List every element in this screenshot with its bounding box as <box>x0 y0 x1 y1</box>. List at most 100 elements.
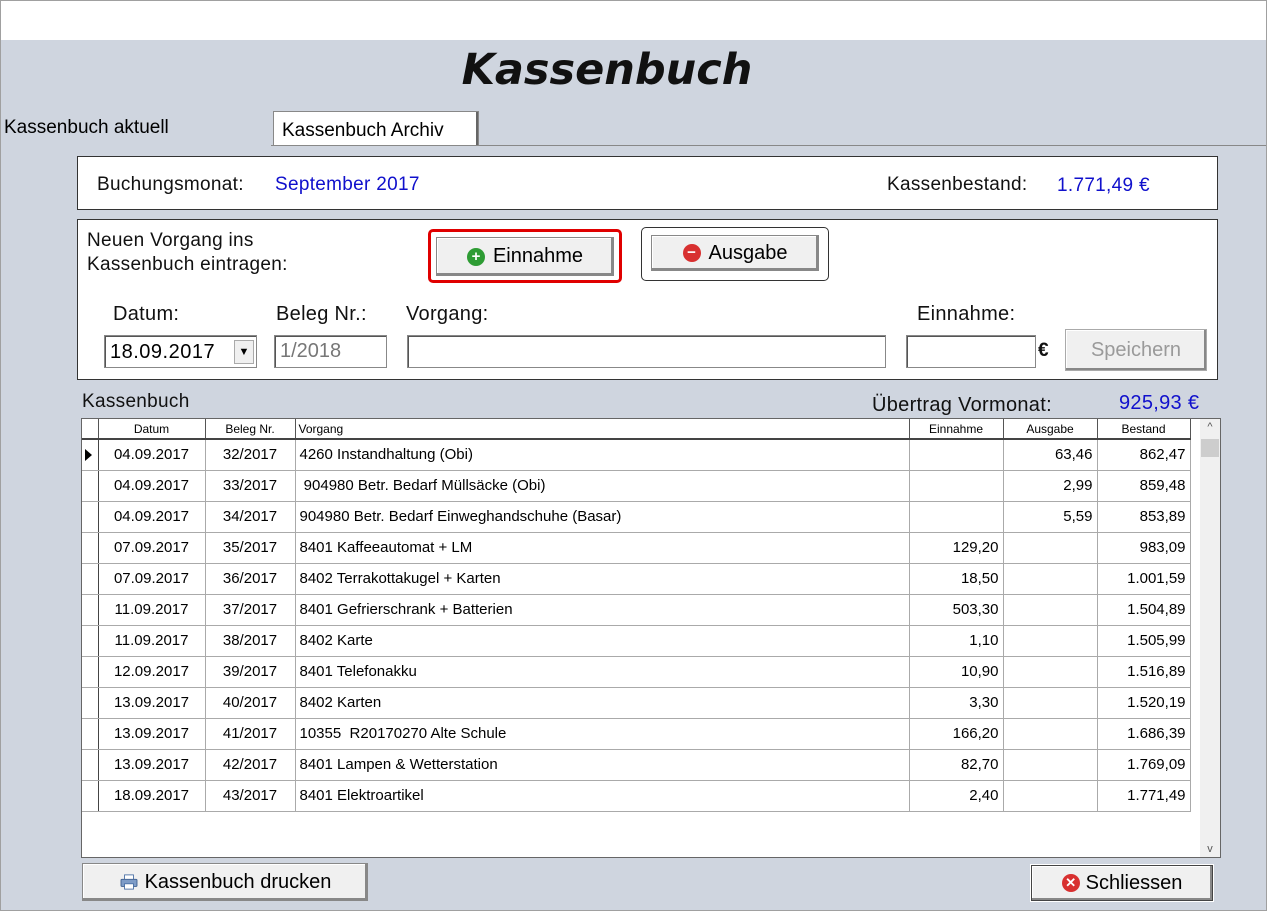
ausgabe-button[interactable]: − Ausgabe <box>651 235 819 271</box>
cell-bestand[interactable]: 983,09 <box>1097 532 1191 564</box>
cell-beleg[interactable]: 37/2017 <box>205 594 296 626</box>
cell-beleg[interactable]: 42/2017 <box>205 749 296 781</box>
cell-bestand[interactable]: 1.001,59 <box>1097 563 1191 595</box>
cell-ausgabe[interactable] <box>1003 718 1098 750</box>
cell-beleg[interactable]: 34/2017 <box>205 501 296 533</box>
col-header-einnahme[interactable]: Einnahme <box>909 419 1004 440</box>
cell-datum[interactable]: 04.09.2017 <box>98 439 206 471</box>
table-row[interactable]: 07.09.2017 35/2017 8401 Kaffeeautomat + LM… <box>82 532 1191 564</box>
cell-ausgabe[interactable] <box>1003 532 1098 564</box>
row-indicator[interactable] <box>82 687 99 719</box>
datum-picker[interactable]: 18.09.2017 ▼ <box>104 335 257 368</box>
col-header-vorgang[interactable]: Vorgang <box>295 419 910 440</box>
table-row[interactable]: 11.09.2017 37/2017 8401 Gefrierschrank + B… <box>82 594 1191 626</box>
row-indicator[interactable] <box>82 594 99 626</box>
cell-ausgabe[interactable]: 5,59 <box>1003 501 1098 533</box>
cell-beleg[interactable]: 38/2017 <box>205 625 296 657</box>
cell-bestand[interactable]: 1.504,89 <box>1097 594 1191 626</box>
beleg-field[interactable]: 1/2018 <box>274 335 387 368</box>
cell-vorgang[interactable]: 8401 Kaffeeautomat + LM <box>295 532 910 564</box>
cell-beleg[interactable]: 39/2017 <box>205 656 296 688</box>
einnahme-button[interactable]: + Einnahme <box>436 237 614 276</box>
cell-bestand[interactable]: 859,48 <box>1097 470 1191 502</box>
cell-datum[interactable]: 12.09.2017 <box>98 656 206 688</box>
cell-einnahme[interactable]: 10,90 <box>909 656 1004 688</box>
cell-einnahme[interactable] <box>909 439 1004 471</box>
cell-bestand[interactable]: 1.771,49 <box>1097 780 1191 812</box>
table-row[interactable]: 18.09.2017 43/2017 8401 Elektroartikel 2,40… <box>82 780 1191 812</box>
col-header-datum[interactable]: Datum <box>98 419 206 440</box>
table-row[interactable]: 12.09.2017 39/2017 8401 Telefonakku 10,90 1.… <box>82 656 1191 688</box>
cell-datum[interactable]: 11.09.2017 <box>98 594 206 626</box>
cell-ausgabe[interactable] <box>1003 594 1098 626</box>
cell-beleg[interactable]: 32/2017 <box>205 439 296 471</box>
cell-einnahme[interactable]: 82,70 <box>909 749 1004 781</box>
cell-einnahme[interactable]: 129,20 <box>909 532 1004 564</box>
table-row[interactable]: 07.09.2017 36/2017 8402 Terrakottakugel + … <box>82 563 1191 595</box>
cell-beleg[interactable]: 43/2017 <box>205 780 296 812</box>
col-header-ausgabe[interactable]: Ausgabe <box>1003 419 1098 440</box>
cell-bestand[interactable]: 853,89 <box>1097 501 1191 533</box>
col-header-beleg[interactable]: Beleg Nr. <box>205 419 296 440</box>
print-button[interactable]: Kassenbuch drucken <box>82 863 368 901</box>
row-indicator[interactable] <box>82 563 99 595</box>
cell-einnahme[interactable]: 503,30 <box>909 594 1004 626</box>
row-indicator[interactable] <box>82 718 99 750</box>
cell-beleg[interactable]: 35/2017 <box>205 532 296 564</box>
cell-einnahme[interactable]: 2,40 <box>909 780 1004 812</box>
cell-datum[interactable]: 07.09.2017 <box>98 563 206 595</box>
cell-datum[interactable]: 04.09.2017 <box>98 470 206 502</box>
row-indicator[interactable] <box>82 439 99 471</box>
cell-vorgang[interactable]: 904980 Betr. Bedarf Müllsäcke (Obi) <box>295 470 910 502</box>
table-row[interactable]: 11.09.2017 38/2017 8402 Karte 1,10 1.505,99 <box>82 625 1191 657</box>
chevron-down-icon[interactable]: ▼ <box>234 340 254 364</box>
cell-ausgabe[interactable]: 63,46 <box>1003 439 1098 471</box>
row-indicator[interactable] <box>82 625 99 657</box>
scroll-thumb[interactable] <box>1201 439 1219 457</box>
scroll-up-icon[interactable]: ^ <box>1200 421 1220 433</box>
cell-ausgabe[interactable] <box>1003 687 1098 719</box>
row-indicator[interactable] <box>82 470 99 502</box>
cell-vorgang[interactable]: 8401 Telefonakku <box>295 656 910 688</box>
cell-bestand[interactable]: 1.520,19 <box>1097 687 1191 719</box>
cell-bestand[interactable]: 1.769,09 <box>1097 749 1191 781</box>
cell-ausgabe[interactable] <box>1003 625 1098 657</box>
row-indicator[interactable] <box>82 780 99 812</box>
cell-bestand[interactable]: 1.516,89 <box>1097 656 1191 688</box>
cell-vorgang[interactable]: 8402 Karte <box>295 625 910 657</box>
cell-vorgang[interactable]: 904980 Betr. Bedarf Einweghandschuhe (Ba… <box>295 501 910 533</box>
cell-vorgang[interactable]: 4260 Instandhaltung (Obi) <box>295 439 910 471</box>
cell-beleg[interactable]: 40/2017 <box>205 687 296 719</box>
cell-beleg[interactable]: 33/2017 <box>205 470 296 502</box>
cell-ausgabe[interactable] <box>1003 656 1098 688</box>
cell-datum[interactable]: 13.09.2017 <box>98 749 206 781</box>
cell-ausgabe[interactable] <box>1003 563 1098 595</box>
cell-ausgabe[interactable] <box>1003 780 1098 812</box>
cell-einnahme[interactable]: 3,30 <box>909 687 1004 719</box>
cell-datum[interactable]: 18.09.2017 <box>98 780 206 812</box>
cell-einnahme[interactable]: 166,20 <box>909 718 1004 750</box>
scroll-down-icon[interactable]: v <box>1200 843 1220 855</box>
cell-bestand[interactable]: 1.686,39 <box>1097 718 1191 750</box>
close-button[interactable]: ✕ Schliessen <box>1031 865 1213 901</box>
ledger-grid[interactable]: Datum Beleg Nr. Vorgang Einnahme Ausgabe… <box>81 418 1221 858</box>
cell-vorgang[interactable]: 10355 R20170270 Alte Schule <box>295 718 910 750</box>
cell-datum[interactable]: 07.09.2017 <box>98 532 206 564</box>
einnahme-field[interactable] <box>906 335 1036 368</box>
cell-ausgabe[interactable]: 2,99 <box>1003 470 1098 502</box>
row-indicator[interactable] <box>82 501 99 533</box>
table-row[interactable]: 04.09.2017 34/2017 904980 Betr. Bedarf Ein… <box>82 501 1191 533</box>
row-indicator[interactable] <box>82 532 99 564</box>
tab-kassenbuch-archiv[interactable]: Kassenbuch Archiv <box>273 111 479 145</box>
cell-vorgang[interactable]: 8401 Gefrierschrank + Batterien <box>295 594 910 626</box>
vorgang-field[interactable] <box>407 335 886 368</box>
table-row[interactable]: 13.09.2017 42/2017 8401 Lampen & Wettersta… <box>82 749 1191 781</box>
col-header-bestand[interactable]: Bestand <box>1097 419 1191 440</box>
cell-datum[interactable]: 13.09.2017 <box>98 687 206 719</box>
cell-vorgang[interactable]: 8401 Elektroartikel <box>295 780 910 812</box>
cell-datum[interactable]: 04.09.2017 <box>98 501 206 533</box>
tab-kassenbuch-aktuell[interactable]: Kassenbuch aktuell <box>1 109 271 147</box>
cell-bestand[interactable]: 862,47 <box>1097 439 1191 471</box>
cell-datum[interactable]: 13.09.2017 <box>98 718 206 750</box>
table-row[interactable]: 04.09.2017 32/2017 4260 Instandhaltung (Ob… <box>82 439 1191 471</box>
